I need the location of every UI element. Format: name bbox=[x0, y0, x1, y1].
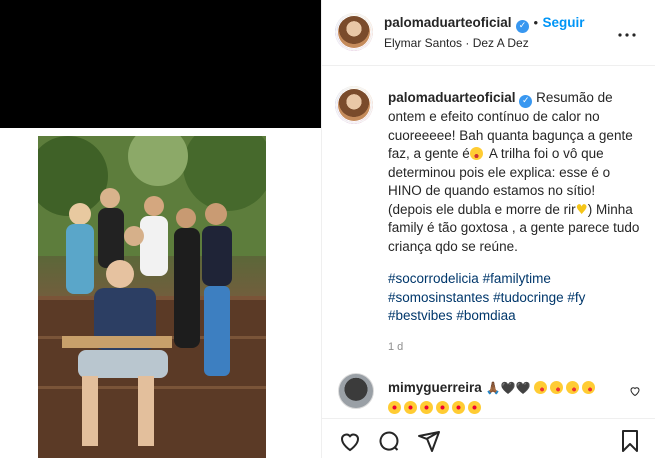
star-eyes-emoji-icon bbox=[468, 401, 481, 414]
caption-username[interactable]: palomaduarteoficial bbox=[388, 90, 516, 105]
commenter-username[interactable]: mimyguerreira bbox=[388, 380, 482, 395]
follow-button[interactable]: Seguir bbox=[542, 15, 584, 30]
hashtag-link[interactable]: #bomdiaa bbox=[456, 308, 515, 323]
share-paper-plane-icon[interactable] bbox=[417, 429, 443, 455]
kiss-emoji-icon bbox=[550, 381, 564, 394]
comment-like-heart-icon[interactable] bbox=[629, 384, 641, 397]
caption-story-ring[interactable] bbox=[335, 86, 373, 124]
comment-item: mimyguerreira 🙏🏾🖤🖤 bbox=[388, 378, 618, 417]
star-eyes-emoji-icon bbox=[404, 401, 417, 414]
comment-bubble-icon[interactable] bbox=[377, 429, 403, 455]
star-eyes-emoji-icon bbox=[452, 401, 465, 414]
kiss-emoji-icon bbox=[566, 381, 580, 394]
post-timestamp[interactable]: 1 d bbox=[388, 341, 403, 353]
header-line: palomaduarteoficial ✓ • Seguir bbox=[384, 14, 584, 33]
hashtag-link[interactable]: #socorrodelicia bbox=[388, 271, 479, 286]
star-eyes-emoji-icon bbox=[388, 401, 401, 414]
hashtag-link[interactable]: #fy bbox=[567, 290, 585, 305]
more-options-icon[interactable] bbox=[618, 24, 636, 42]
media-black-area bbox=[0, 0, 321, 128]
post-caption: palomaduarteoficial ✓ Resumão de ontem e… bbox=[388, 89, 642, 256]
hashtag-link[interactable]: #somosinstantes bbox=[388, 290, 489, 305]
hashtag-list: #socorrodelicia #familytime #somosinstan… bbox=[388, 270, 642, 326]
yellow-heart-emoji-icon: ♥ bbox=[575, 201, 588, 218]
caption-verified-badge-icon: ✓ bbox=[519, 95, 533, 108]
comment-glyphs: 🙏🏾🖤🖤 bbox=[485, 381, 531, 395]
commenter-avatar[interactable] bbox=[338, 373, 374, 409]
separator-dot: • bbox=[533, 15, 539, 30]
verified-badge-icon: ✓ bbox=[516, 20, 529, 33]
laughing-emoji-icon bbox=[469, 147, 483, 160]
hashtag-link[interactable]: #familytime bbox=[483, 271, 551, 286]
author-avatar bbox=[335, 13, 373, 51]
star-eyes-emoji-icon bbox=[436, 401, 449, 414]
kiss-emoji-icon bbox=[582, 381, 596, 394]
post-sidebar: palomaduarteoficial ✓ • Seguir Elymar Sa… bbox=[321, 0, 655, 458]
kiss-emoji-icon bbox=[534, 381, 548, 394]
post-photo[interactable] bbox=[38, 136, 266, 458]
hashtag-link[interactable]: #bestvibes bbox=[388, 308, 453, 323]
hashtag-link[interactable]: #tudocringe bbox=[493, 290, 564, 305]
star-eyes-emoji-icon bbox=[420, 401, 433, 414]
audio-attribution[interactable]: Elymar Santos · Dez A Dez bbox=[384, 36, 529, 50]
media-pane bbox=[0, 0, 321, 458]
like-heart-icon[interactable] bbox=[338, 429, 364, 455]
story-ring[interactable] bbox=[335, 13, 373, 51]
instagram-post-view: palomaduarteoficial ✓ • Seguir Elymar Sa… bbox=[0, 0, 655, 458]
save-bookmark-icon[interactable] bbox=[618, 429, 644, 455]
family-photo-illustration bbox=[38, 136, 266, 458]
action-bar bbox=[322, 418, 655, 459]
caption-author-avatar bbox=[335, 86, 373, 124]
post-header: palomaduarteoficial ✓ • Seguir Elymar Sa… bbox=[322, 0, 655, 66]
author-username[interactable]: palomaduarteoficial bbox=[384, 15, 512, 30]
